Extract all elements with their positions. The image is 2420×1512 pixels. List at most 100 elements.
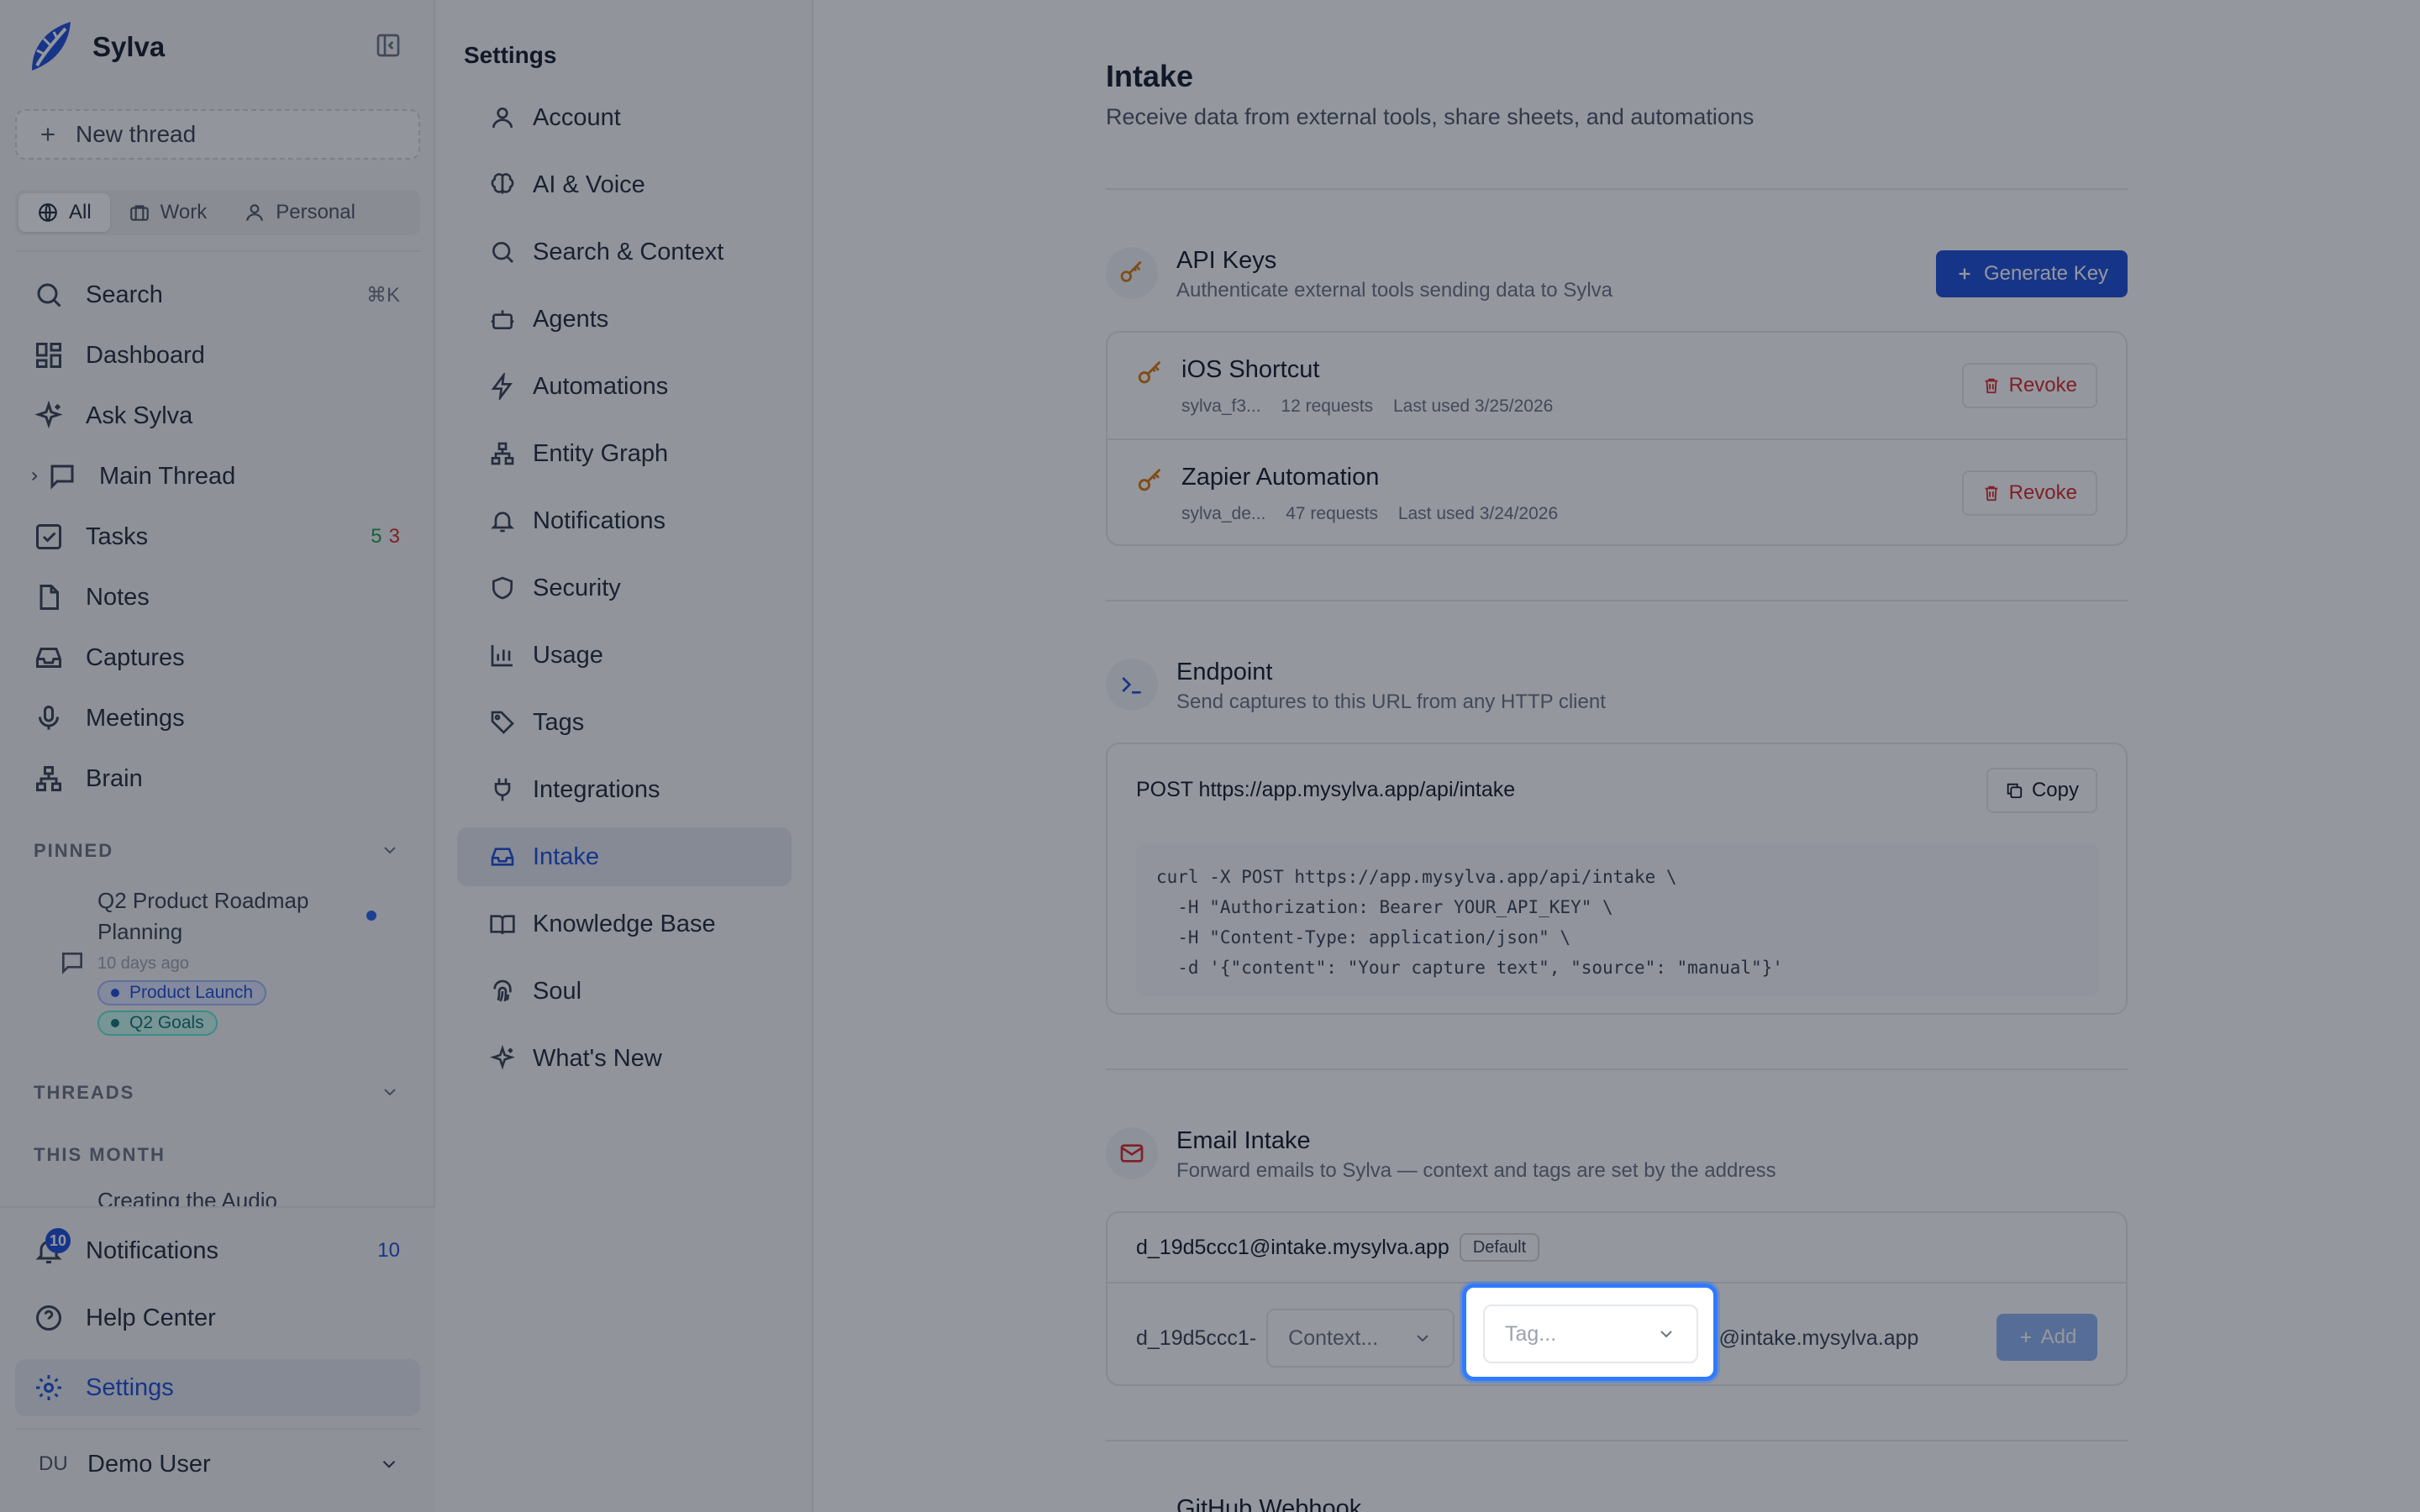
- settings-item-agents[interactable]: Agents: [457, 290, 792, 349]
- app-sidebar: Sylva New thread All Work Personal Searc…: [0, 0, 435, 1512]
- settings-item-soul[interactable]: Soul: [457, 962, 792, 1021]
- endpoint-section-icon: [1106, 659, 1158, 711]
- tag-icon: [489, 709, 516, 736]
- api-key-requests: 12 requests: [1281, 396, 1374, 416]
- nav-item-main-thread[interactable]: Main Thread: [15, 450, 420, 502]
- settings-item-label: Automations: [533, 372, 669, 400]
- pinned-thread[interactable]: Q2 Product Roadmap Planning 10 days ago …: [59, 885, 412, 1036]
- briefcase-icon: [129, 202, 150, 223]
- settings-item-automations[interactable]: Automations: [457, 357, 792, 416]
- book-icon: [489, 911, 516, 937]
- nav-item-tasks[interactable]: Tasks 53: [15, 511, 420, 563]
- pinned-section-label: PINNED: [34, 840, 114, 861]
- chevron-right-icon[interactable]: [27, 469, 42, 484]
- nav-item-help-center[interactable]: Help Center: [15, 1292, 420, 1344]
- bell-icon: [489, 507, 516, 534]
- add-address-button[interactable]: Add: [1996, 1314, 2097, 1361]
- tag-pill[interactable]: Q2 Goals: [97, 1011, 218, 1036]
- api-key-prefix: sylva_f3...: [1181, 396, 1261, 416]
- tag-pill[interactable]: Product Launch: [97, 980, 267, 1005]
- settings-item-security[interactable]: Security: [457, 559, 792, 617]
- trash-icon: [1982, 484, 2001, 502]
- key-icon: [1136, 467, 1165, 496]
- file-icon: [34, 582, 64, 612]
- context-select[interactable]: Context...: [1266, 1309, 1455, 1368]
- settings-item-tags[interactable]: Tags: [457, 693, 792, 752]
- revoke-button[interactable]: Revoke: [1961, 470, 2097, 516]
- nav-item-label: Search: [86, 281, 163, 308]
- settings-item-label: Notifications: [533, 507, 666, 534]
- divider: [1106, 1068, 2128, 1070]
- nav-item-dashboard[interactable]: Dashboard: [15, 329, 420, 381]
- new-thread-label: New thread: [76, 121, 197, 147]
- settings-item-entity-graph[interactable]: Entity Graph: [457, 424, 792, 483]
- nav-item-label: Notes: [86, 583, 150, 611]
- endpoint-desc: Send captures to this URL from any HTTP …: [1176, 690, 1606, 713]
- tag-label: Q2 Goals: [129, 1013, 204, 1032]
- context-select-value: Context...: [1288, 1326, 1379, 1350]
- search-icon: [34, 280, 64, 310]
- settings-item-integrations[interactable]: Integrations: [457, 760, 792, 819]
- scope-tab-label: Personal: [276, 201, 355, 223]
- api-key-row: Zapier Automation sylva_de... 47 request…: [1107, 440, 2126, 548]
- settings-item-ai-voice[interactable]: AI & Voice: [457, 155, 792, 214]
- network-icon: [34, 764, 64, 794]
- nav-item-label: Settings: [86, 1373, 174, 1401]
- nav-item-brain[interactable]: Brain: [15, 753, 420, 805]
- app-name: Sylva: [92, 31, 166, 62]
- check-square-icon: [34, 522, 64, 552]
- chevron-down-icon: [1413, 1328, 1433, 1348]
- trash-icon: [1982, 376, 2001, 395]
- settings-item-knowledge-base[interactable]: Knowledge Base: [457, 895, 792, 953]
- thread-item[interactable]: Creating the Audio: [97, 1188, 277, 1208]
- terminal-icon: [1118, 671, 1145, 698]
- key-icon: [1118, 260, 1145, 286]
- settings-item-account[interactable]: Account: [457, 88, 792, 147]
- scope-tab-work[interactable]: Work: [110, 193, 226, 232]
- nav-item-captures[interactable]: Captures: [15, 632, 420, 684]
- brand[interactable]: Sylva: [25, 15, 165, 79]
- tasks-overdue-count: 3: [388, 525, 400, 548]
- threads-section-label: THREADS: [34, 1082, 135, 1103]
- api-key-name: iOS Shortcut: [1181, 356, 1320, 383]
- user-name: Demo User: [87, 1450, 211, 1478]
- nav-item-ask-sylva[interactable]: Ask Sylva: [15, 390, 420, 442]
- brain-icon: [489, 171, 516, 198]
- nav-item-search[interactable]: Search ⌘K: [15, 269, 420, 321]
- new-thread-button[interactable]: New thread: [15, 109, 420, 160]
- copy-icon: [2005, 781, 2023, 800]
- nav-item-meetings[interactable]: Meetings: [15, 692, 420, 744]
- chevron-down-icon: [1656, 1324, 1676, 1344]
- generate-key-button[interactable]: Generate Key: [1936, 250, 2128, 297]
- page-title: Intake: [1106, 59, 1194, 93]
- api-keys-list: iOS Shortcut sylva_f3... 12 requests Las…: [1106, 331, 2128, 546]
- tasks-done-count: 5: [371, 525, 382, 548]
- inbox-icon: [34, 643, 64, 673]
- chevron-down-icon[interactable]: [380, 1082, 400, 1102]
- settings-item-notifications[interactable]: Notifications: [457, 491, 792, 550]
- nav-item-notifications[interactable]: Notifications 10: [15, 1225, 420, 1277]
- tag-select[interactable]: Tag...: [1483, 1305, 1698, 1363]
- settings-item-search-context[interactable]: Search & Context: [457, 223, 792, 281]
- nav-item-label: Ask Sylva: [86, 402, 193, 429]
- this-month-label: THIS MONTH: [34, 1144, 166, 1165]
- copy-label: Copy: [2031, 779, 2079, 801]
- revoke-button[interactable]: Revoke: [1961, 363, 2097, 408]
- nav-item-notes[interactable]: Notes: [15, 571, 420, 623]
- bot-icon: [489, 306, 516, 333]
- api-keys-title: API Keys: [1176, 247, 1277, 274]
- chevron-down-icon[interactable]: [380, 840, 400, 860]
- settings-item-usage[interactable]: Usage: [457, 626, 792, 685]
- add-label: Add: [2040, 1326, 2077, 1348]
- settings-item-whats-new[interactable]: What's New: [457, 1029, 792, 1088]
- email-prefix: d_19d5ccc1-: [1136, 1326, 1257, 1350]
- user-menu[interactable]: DU Demo User: [15, 1438, 420, 1490]
- divider: [1106, 600, 2128, 601]
- copy-button[interactable]: Copy: [1986, 768, 2097, 813]
- key-icon: [1136, 360, 1165, 388]
- nav-item-settings[interactable]: Settings: [15, 1359, 420, 1416]
- scope-tab-all[interactable]: All: [18, 193, 110, 232]
- settings-item-intake[interactable]: Intake: [457, 827, 792, 886]
- sidebar-collapse-icon[interactable]: [375, 32, 402, 59]
- scope-tab-personal[interactable]: Personal: [225, 193, 374, 232]
